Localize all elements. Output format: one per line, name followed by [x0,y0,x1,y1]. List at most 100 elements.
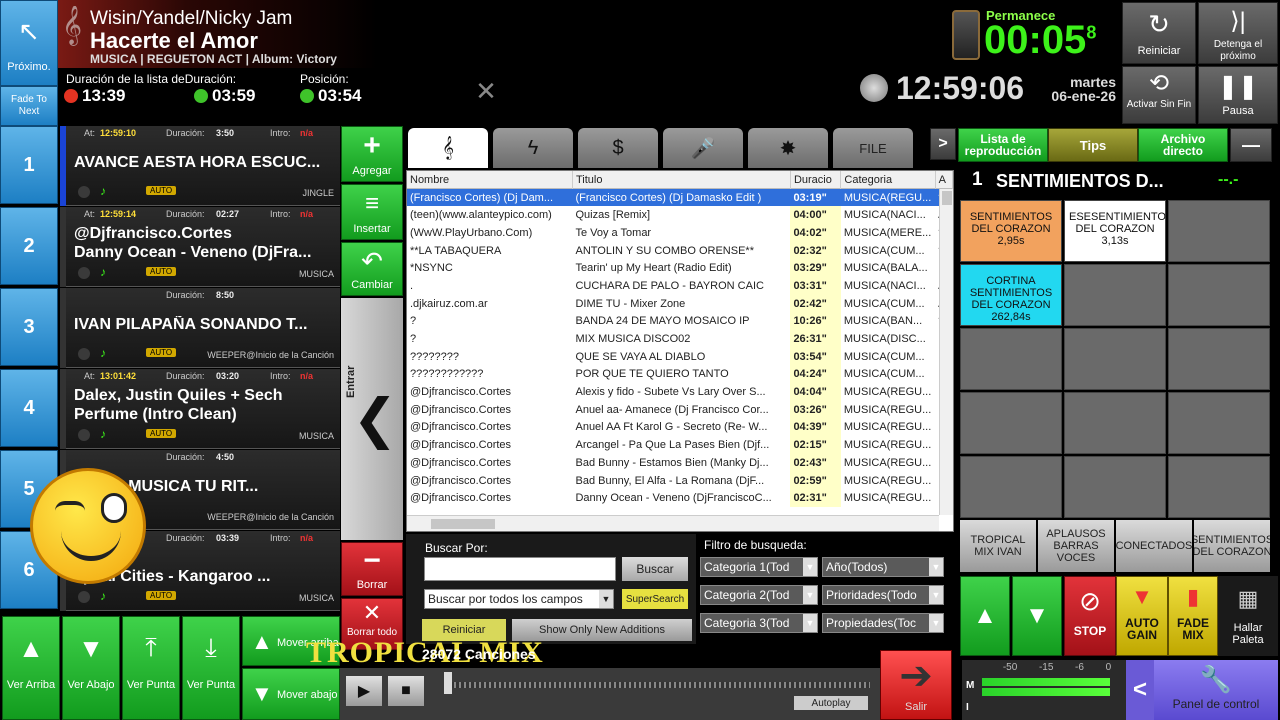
cart-slot[interactable] [1064,456,1166,518]
cart-up-button[interactable]: ▲ [960,576,1010,656]
autogain-button[interactable]: ▼ AUTO GAIN [1116,576,1168,656]
pause-button[interactable]: ❚❚ Pausa [1198,66,1278,124]
column-header[interactable]: Titulo [572,171,791,189]
stop-next-button[interactable]: ⟩| Detenga el próximo [1198,2,1278,64]
cart-quick-button[interactable]: APLAUSOS BARRAS VOCES [1038,520,1114,572]
search-scope-select[interactable]: Buscar por todos los campos ▼ [424,589,614,609]
category3-select[interactable]: Categoria 3(Tod ▼ [700,613,818,633]
search-button[interactable]: Buscar [622,557,688,581]
panel-back-button[interactable]: < [1126,660,1154,720]
table-row[interactable]: .djkairuz.com.ar DIME TU - Mixer Zone 02:4… [407,294,953,313]
exit-button[interactable]: ➔ Salir [880,650,952,720]
column-header[interactable]: Duracio [790,171,842,189]
tab-file[interactable]: FILE [833,128,913,168]
collapse-button[interactable]: — [1230,128,1272,162]
cart-slot[interactable] [1064,264,1166,326]
cart-slot[interactable] [1168,264,1270,326]
cart-slot[interactable] [960,392,1062,454]
cart-quick-button[interactable]: TROPICAL MIX IVAN [960,520,1036,572]
cart-slot[interactable]: SENTIMIENTOS DEL CORAZON 2,95s [960,200,1062,262]
tab-tips[interactable]: Tips [1048,128,1138,162]
fademix-button[interactable]: ▮ FADE MIX [1168,576,1218,656]
horizontal-scrollbar[interactable] [407,515,939,531]
table-row[interactable]: . CUCHARA DE PALO - BAYRON CAIC 03:31" MUSI… [407,277,953,295]
category2-select[interactable]: Categoria 2(Tod ▼ [700,585,818,605]
table-row[interactable]: (WwW.PlayUrbano.Com) Te Voy a Tomar 04:02"… [407,224,953,242]
table-row[interactable]: (Francisco Cortes) (Dj Dam... (Francisco … [407,188,953,207]
change-button[interactable]: ↶ Cambiar [341,242,403,296]
tab-commercial[interactable]: $ [578,128,658,168]
cue-number-4[interactable]: 4 [0,369,58,447]
vertical-scrollbar[interactable] [939,189,953,515]
cue-item[interactable]: At: 12:59:14 Duración: 02:27 Intro: n/a @Djfra… [60,207,340,287]
table-row[interactable]: ???????? QUE SE VAYA AL DIABLO 03:54" MUSIC… [407,347,953,366]
cart-quick-button[interactable]: SENTIMIENTOS DEL CORAZON [1194,520,1270,572]
move-down-button[interactable]: ▼ Mover abajo [242,668,340,720]
scrollbar-thumb[interactable] [431,519,495,529]
tab-jingle[interactable]: ϟ [493,128,573,168]
next-button[interactable]: ↖ Próximo. [0,0,58,86]
insert-button[interactable]: ≡ Insertar [341,184,403,240]
column-header[interactable]: Nombre [407,171,573,189]
tab-music[interactable]: 𝄞 [408,128,488,168]
view-top-button[interactable]: ⤒ Ver Punta [122,616,180,720]
view-bottom-button[interactable]: ⤓ Ver Punta [182,616,240,720]
tab-playlist[interactable]: Lista de reproducción [958,128,1048,162]
table-row[interactable]: @Djfrancisco.Cortes Anuel aa- Amanece (Dj… [407,400,953,419]
priority-select[interactable]: Prioridades(Todo ▼ [822,585,944,605]
view-down-button[interactable]: ▼ Ver Abajo [62,616,120,720]
cart-slot[interactable] [1168,456,1270,518]
play-button[interactable]: ▶ [346,676,382,706]
preview-slider-handle[interactable] [444,672,452,694]
cue-item[interactable]: At: 12:59:10 Duración: 3:50 Intro: n/a AVANCE … [60,126,340,206]
column-header[interactable]: Categoria [840,171,936,189]
table-row[interactable]: @Djfrancisco.Cortes Bad Bunny, El Alfa - … [407,471,953,490]
cart-slot[interactable] [960,328,1062,390]
tabs-next-button[interactable]: > [930,128,956,160]
column-header[interactable]: A [935,171,953,189]
fade-to-next-button[interactable]: Fade To Next [0,86,58,126]
table-row[interactable]: ???????????? POR QUE TE QUIERO TANTO 04:24… [407,365,953,384]
preview-slider[interactable] [444,682,870,688]
cart-slot[interactable]: CORTINA SENTIMIENTOS DEL CORAZON 262,84s [960,264,1062,326]
tab-direct-file[interactable]: Archivo directo [1138,128,1228,162]
find-palette-button[interactable]: ▦ Hallar Paleta [1218,576,1278,656]
autoplay-toggle[interactable]: Autoplay [794,696,868,710]
tab-voice[interactable]: 🎤 [663,128,743,168]
table-row[interactable]: (teen)(www.alanteypico.com) Quizas [Remix… [407,206,953,225]
table-row[interactable]: @Djfrancisco.Cortes Anuel AA Ft Karol G -… [407,418,953,437]
cue-number-1[interactable]: 1 [0,126,58,204]
add-button[interactable]: + Agregar [341,126,403,182]
cart-slot[interactable] [1168,328,1270,390]
table-row[interactable]: @Djfrancisco.Cortes Danny Ocean - Veneno … [407,489,953,508]
delete-button[interactable]: − Borrar [341,542,403,596]
cart-slot[interactable] [1168,200,1270,262]
loop-button[interactable]: ⟲ Activar Sin Fin [1122,66,1196,124]
cart-slot[interactable]: ESESENTIMIENTO DEL CORAZON 3,13s [1064,200,1166,262]
view-up-button[interactable]: ▲ Ver Arriba [2,616,60,720]
category1-select[interactable]: Categoria 1(Tod ▼ [700,557,818,577]
control-panel-button[interactable]: 🔧 Panel de control [1154,660,1278,720]
cue-number-3[interactable]: 3 [0,288,58,366]
restart-button[interactable]: ↻ Reiniciar [1122,2,1196,64]
table-row[interactable]: @Djfrancisco.Cortes Alexis y fido - Subet… [407,383,953,401]
vscroll-thumb[interactable] [942,191,952,205]
search-input[interactable] [424,557,616,581]
stop-preview-button[interactable]: ■ [388,676,424,706]
stop-button[interactable]: ⊘ STOP [1064,576,1116,656]
cue-number-2[interactable]: 2 [0,207,58,285]
properties-select[interactable]: Propiedades(Toc ▼ [822,613,944,633]
tab-effect[interactable]: ✸ [748,128,828,168]
supersearch-button[interactable]: SuperSearch [622,589,688,609]
table-row[interactable]: **LA TABAQUERA ANTOLIN Y SU COMBO ORENSE*… [407,241,953,260]
table-row[interactable]: @Djfrancisco.Cortes Bad Bunny - Estamos B… [407,454,953,472]
table-row[interactable]: ? BANDA 24 DE MAYO MOSAICO IP 10:26" MUSICA… [407,312,953,331]
cart-slot[interactable] [1064,392,1166,454]
cart-slot[interactable] [960,456,1062,518]
cart-quick-button[interactable]: CONECTADOS [1116,520,1192,572]
no-sync-icon[interactable]: ✕ [466,74,506,108]
cue-item[interactable]: At: 13:01:42 Duración: 03:20 Intro: n/a Dalex,… [60,369,340,449]
cart-slot[interactable] [1168,392,1270,454]
enter-button[interactable]: Entrar ❮ [341,298,403,540]
cart-slot[interactable] [1064,328,1166,390]
